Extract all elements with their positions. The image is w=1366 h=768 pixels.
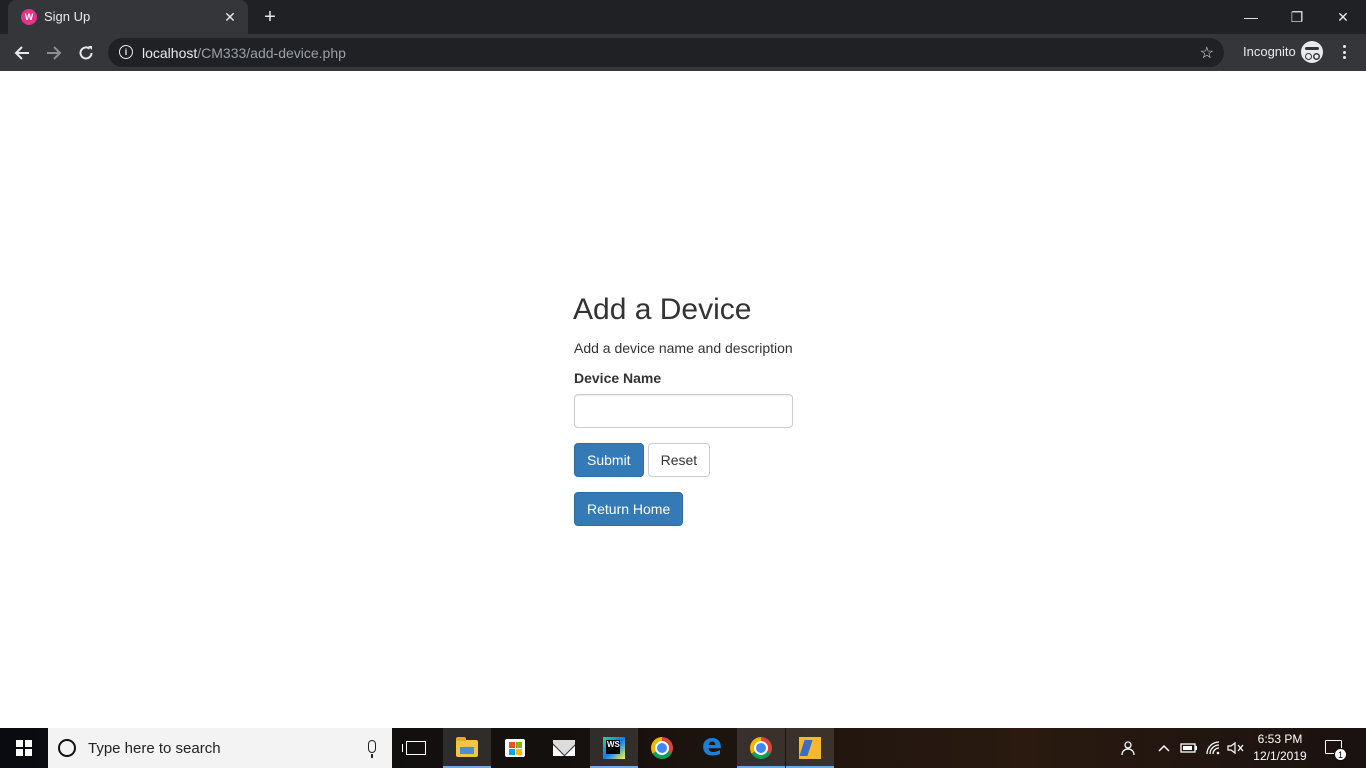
url-text[interactable]: localhost/CM333/add-device.php [142,45,346,61]
notification-count-badge: 1 [1334,748,1347,761]
browser-tab[interactable]: W Sign Up ✕ [8,0,248,34]
system-clock[interactable]: 6:53 PM 12/1/2019 [1248,731,1312,765]
taskbar-search-box[interactable]: Type here to search [48,728,392,768]
file-explorer-icon [456,736,478,757]
page-title: Add a Device [573,293,752,326]
microsoft-store-icon [505,739,525,757]
info-icon[interactable]: i [119,45,133,59]
wifi-icon[interactable] [1204,728,1224,768]
device-name-label: Device Name [574,370,662,386]
chevron-up-icon[interactable] [1155,728,1173,768]
browser-tabstrip: W Sign Up ✕ + — ❐ ✕ [0,0,1366,34]
webstorm-favicon-icon: W [21,9,37,25]
start-button[interactable] [0,728,48,768]
return-home-row: Return Home [574,492,834,526]
browser-menu-icon[interactable] [1336,43,1352,61]
xampp-button[interactable] [786,728,834,768]
submit-button[interactable]: Submit [574,443,644,477]
window-close-button[interactable]: ✕ [1320,0,1366,34]
add-device-form: Device Name Submit Reset [574,369,834,477]
xampp-icon [799,737,821,759]
search-placeholder: Type here to search [88,740,221,757]
incognito-icon[interactable] [1301,41,1323,63]
edge-button[interactable]: e [688,728,736,768]
windows-taskbar: Type here to search WS e 6:53 PM 12/1/20… [0,728,1366,768]
chrome-button[interactable] [638,728,686,768]
clock-time: 6:53 PM [1257,732,1303,746]
microphone-icon[interactable] [368,740,376,758]
cortana-icon [58,739,76,757]
bookmark-star-icon[interactable]: ☆ [1200,43,1214,63]
incognito-label: Incognito [1243,44,1296,59]
reset-button[interactable]: Reset [647,443,711,477]
battery-icon[interactable] [1179,728,1199,768]
close-icon[interactable]: ✕ [220,7,240,27]
store-button[interactable] [491,728,539,768]
clock-date: 12/1/2019 [1253,749,1307,763]
url-path: /CM333/add-device.php [197,45,346,61]
edge-icon: e [701,728,723,763]
chrome-icon [750,737,772,759]
mail-button[interactable] [540,728,588,768]
page-content: Add a Device Add a device name and descr… [0,71,1366,728]
mail-icon [553,740,575,756]
restore-button[interactable]: ❐ [1274,0,1320,34]
form-button-row: Submit Reset [574,443,834,477]
page-subtitle: Add a device name and description [574,340,793,356]
url-host: localhost [142,45,198,61]
file-explorer-button[interactable] [443,728,491,768]
webstorm-icon: WS [603,737,625,759]
task-view-icon [402,741,426,755]
forward-arrow-icon[interactable] [40,39,68,67]
volume-muted-icon[interactable] [1226,728,1246,768]
minimize-button[interactable]: — [1228,0,1274,34]
return-home-button[interactable]: Return Home [574,492,684,526]
windows-logo-icon [16,740,32,756]
task-view-button[interactable] [392,728,440,768]
new-tab-button[interactable]: + [258,5,282,29]
add-device-form-container: Add a Device Add a device name and descr… [573,291,834,526]
tab-title: Sign Up [44,9,91,24]
device-name-input[interactable] [574,394,793,428]
address-bar[interactable]: i localhost/CM333/add-device.php ☆ [108,38,1224,67]
people-icon[interactable] [1118,728,1140,768]
back-arrow-icon[interactable] [8,39,36,67]
chrome-incognito-button[interactable] [737,728,785,768]
browser-toolbar: i localhost/CM333/add-device.php ☆ Incog… [0,34,1366,71]
webstorm-button[interactable]: WS [590,728,638,768]
reload-icon[interactable] [72,39,100,67]
chrome-icon [651,737,673,759]
